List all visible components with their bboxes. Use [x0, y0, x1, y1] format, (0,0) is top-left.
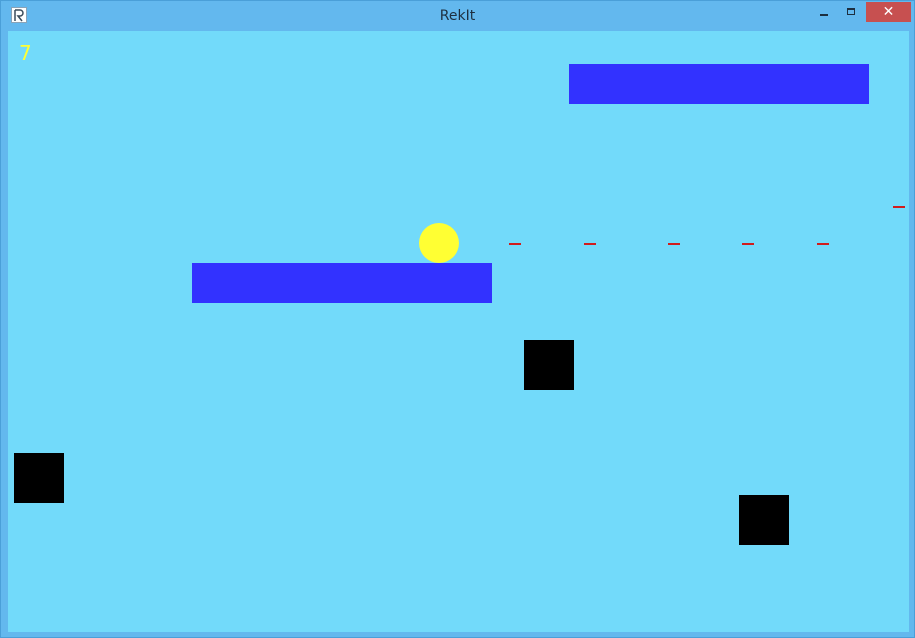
- game-window: RekIt ✕ 7: [0, 0, 915, 638]
- maximize-button[interactable]: [837, 2, 864, 22]
- trail-dash: [584, 243, 596, 245]
- trail-dash: [509, 243, 521, 245]
- title-bar[interactable]: RekIt ✕: [1, 1, 914, 31]
- score-counter: 7: [19, 41, 32, 65]
- trail-dash: [893, 206, 905, 208]
- minimize-icon: [819, 14, 828, 16]
- game-canvas[interactable]: 7: [8, 31, 909, 632]
- platform-middle: [192, 263, 492, 303]
- close-button[interactable]: ✕: [866, 2, 911, 22]
- player-ball: [419, 223, 459, 263]
- obstacle-block: [524, 340, 574, 390]
- trail-dash: [742, 243, 754, 245]
- minimize-button[interactable]: [810, 2, 837, 22]
- obstacle-block: [14, 453, 64, 503]
- obstacle-block: [739, 495, 789, 545]
- window-title: RekIt: [439, 8, 476, 24]
- trail-dash: [668, 243, 680, 245]
- maximize-icon: [846, 7, 855, 15]
- platform-upper: [569, 64, 869, 104]
- close-icon: ✕: [882, 4, 895, 20]
- trail-dash: [817, 243, 829, 245]
